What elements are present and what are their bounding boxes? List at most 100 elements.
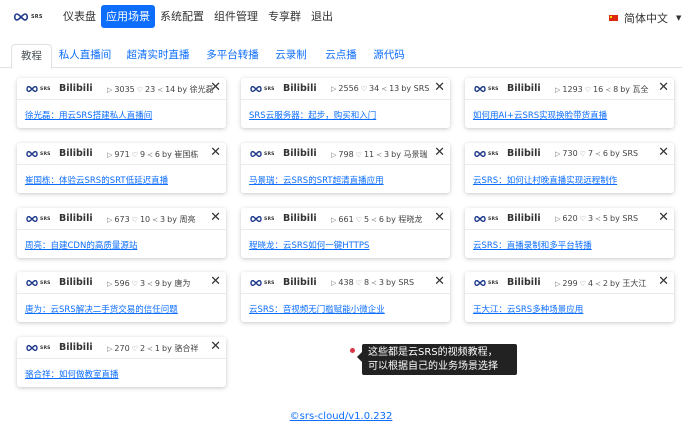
nav-item-scenarios[interactable]: 应用场景 xyxy=(101,5,155,28)
platform-label: Bilibili xyxy=(283,277,317,288)
video-title-link[interactable]: 云SRS：音视频无门槛赋能小微企业 xyxy=(249,303,385,315)
logo-text: SRS xyxy=(264,280,275,286)
video-card: SRS Bilibili ▷ 620 ♡ 3 ≺ 5 by SRS ✕ 云SRS：直播录制和多平台转… xyxy=(465,208,674,258)
share-icon: ≺ xyxy=(147,279,153,288)
card-stats: ▷ 299 ♡ 4 ≺ 2 by 王大江 xyxy=(555,278,646,289)
close-icon[interactable]: ✕ xyxy=(210,340,221,354)
thumbs-up-icon: ♡ xyxy=(579,214,586,223)
tab-tutorial[interactable]: 教程 xyxy=(11,44,52,69)
srs-logo: SRS xyxy=(25,150,51,158)
share-icon: ≺ xyxy=(371,215,377,224)
like-count: 7 xyxy=(587,149,594,158)
close-icon[interactable]: ✕ xyxy=(210,81,221,95)
card-header: SRS Bilibili ▷ 798 ♡ 11 ≺ 3 by 马景瑞 ✕ xyxy=(241,143,450,165)
like-count: 8 xyxy=(363,278,370,287)
share-count: 6 xyxy=(154,150,161,159)
video-title-link[interactable]: 程晓龙：云SRS如何一键HTTPS xyxy=(249,239,369,251)
share-icon: ≺ xyxy=(605,85,612,94)
close-icon[interactable]: ✕ xyxy=(658,146,669,160)
nav-item-logout[interactable]: 退出 xyxy=(306,5,338,28)
infinity-icon xyxy=(26,279,38,287)
infinity-icon xyxy=(250,150,262,158)
close-icon[interactable]: ✕ xyxy=(434,81,445,95)
share-count: 1 xyxy=(154,344,161,353)
logo-text: SRS xyxy=(40,216,51,222)
video-title-link[interactable]: 云SRS：直播录制和多平台转播 xyxy=(473,239,592,251)
share-count: 9 xyxy=(154,279,161,288)
nav-item-components[interactable]: 组件管理 xyxy=(209,5,263,28)
tooltip-line-1: 这些都是云SRS的视频教程， xyxy=(368,347,498,358)
author-label: by SRS xyxy=(401,84,430,93)
share-count: 6 xyxy=(602,149,609,158)
logo-text: SRS xyxy=(40,86,51,92)
footer: ©srs-cloud/v1.0.232 xyxy=(0,411,682,422)
view-count: 1293 xyxy=(562,85,583,94)
card-header: SRS Bilibili ▷ 438 ♡ 8 ≺ 3 by SRS ✕ xyxy=(241,272,450,294)
platform-label: Bilibili xyxy=(59,83,93,94)
tab-cloud-vod[interactable]: 云点播 xyxy=(320,44,362,68)
video-title-link[interactable]: 骆合祥：如何做教室直播 xyxy=(25,368,119,380)
video-title-link[interactable]: 王大江：云SRS多种场景应用 xyxy=(473,303,583,315)
video-card: SRS Bilibili ▷ 971 ♡ 9 ≺ 6 by 崔国栋 ✕ 崔国栋：体验云SRS的SRT… xyxy=(17,143,226,193)
tab-source-code[interactable]: 源代码 xyxy=(368,44,410,68)
play-icon: ▷ xyxy=(331,84,337,93)
play-icon: ▷ xyxy=(107,150,113,159)
close-icon[interactable]: ✕ xyxy=(434,275,445,289)
close-icon[interactable]: ✕ xyxy=(658,211,669,225)
video-title-link[interactable]: 徐光磊：用云SRS搭建私人直播间 xyxy=(25,109,152,121)
card-stats: ▷ 673 ♡ 10 ≺ 3 by 周亮 xyxy=(107,214,195,225)
view-count: 2556 xyxy=(338,84,359,93)
share-icon: ≺ xyxy=(595,214,601,223)
nav-item-group[interactable]: 专享群 xyxy=(263,5,306,28)
like-count: 3 xyxy=(139,279,146,288)
tab-bar: 教程 私人直播间 超清实时直播 多平台转播 云录制 云点播 源代码 xyxy=(0,44,682,69)
language-selector[interactable]: 简体中文 ▼ xyxy=(609,10,681,26)
close-icon[interactable]: ✕ xyxy=(210,211,221,225)
view-count: 620 xyxy=(562,214,578,223)
video-title-link[interactable]: 如何用AI+云SRS实现换脸带货直播 xyxy=(473,109,607,121)
srs-logo: SRS xyxy=(473,85,499,93)
tab-cloud-record[interactable]: 云录制 xyxy=(270,44,312,68)
tab-hd-realtime[interactable]: 超清实时直播 xyxy=(122,44,194,68)
play-icon: ▷ xyxy=(331,150,337,159)
srs-logo[interactable]: SRS xyxy=(13,10,45,24)
srs-logo: SRS xyxy=(25,279,51,287)
tab-multi-platform[interactable]: 多平台转播 xyxy=(202,44,263,68)
video-title-link[interactable]: 唐为：云SRS解决二手货交易的信任问题 xyxy=(25,303,178,315)
play-icon: ▷ xyxy=(555,149,561,158)
share-count: 3 xyxy=(378,278,385,287)
close-icon[interactable]: ✕ xyxy=(434,211,445,225)
share-count: 3 xyxy=(160,215,166,224)
tab-private-live[interactable]: 私人直播间 xyxy=(56,44,114,68)
nav-item-settings[interactable]: 系统配置 xyxy=(155,5,209,28)
like-count: 34 xyxy=(369,84,380,93)
author-label: by SRS xyxy=(386,278,415,287)
view-count: 299 xyxy=(562,279,578,288)
video-card: SRS Bilibili ▷ 673 ♡ 10 ≺ 3 by 周亮 ✕ 周亮：自建CDN的高质量源站 xyxy=(17,208,226,258)
nav-item-dashboard[interactable]: 仪表盘 xyxy=(58,5,101,28)
close-icon[interactable]: ✕ xyxy=(434,146,445,160)
thumbs-up-icon: ♡ xyxy=(360,84,368,93)
play-icon: ▷ xyxy=(107,344,113,353)
close-icon[interactable]: ✕ xyxy=(210,275,221,289)
version-link[interactable]: ©srs-cloud/v1.0.232 xyxy=(290,411,393,422)
video-title-link[interactable]: 崔国栋：体验云SRS的SRT低延迟直播 xyxy=(25,174,168,186)
close-icon[interactable]: ✕ xyxy=(210,146,221,160)
logo-text: SRS xyxy=(488,216,499,222)
china-flag-icon xyxy=(609,15,618,21)
thumbs-up-icon: ♡ xyxy=(131,150,138,159)
close-icon[interactable]: ✕ xyxy=(658,275,669,289)
thumbs-up-icon: ♡ xyxy=(131,344,138,353)
platform-label: Bilibili xyxy=(283,83,317,94)
hint-dot[interactable] xyxy=(350,348,355,353)
video-title-link[interactable]: 周亮：自建CDN的高质量源站 xyxy=(25,239,137,251)
video-title-link[interactable]: SRS云服务器：起步，购买和入门 xyxy=(249,109,376,121)
close-icon[interactable]: ✕ xyxy=(658,81,669,95)
srs-logo: SRS xyxy=(473,215,499,223)
author-label: by 王大江 xyxy=(610,279,647,288)
like-count: 23 xyxy=(145,85,156,94)
share-icon: ≺ xyxy=(381,84,388,93)
srs-logo: SRS xyxy=(473,279,499,287)
video-title-link[interactable]: 云SRS：如何让村晚直播实现远程制作 xyxy=(473,174,617,186)
video-title-link[interactable]: 马景瑞：云SRS的SRT超清直播应用 xyxy=(249,174,384,186)
